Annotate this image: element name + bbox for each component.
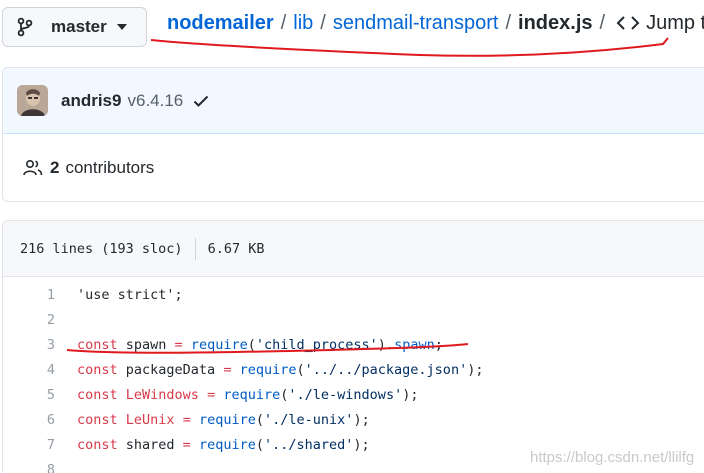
code-line: 5 const LeWindows = require('./le-windows… — [3, 382, 704, 407]
code-token: const — [77, 386, 118, 403]
commit-author-link[interactable]: andris9 — [61, 91, 121, 111]
code-token: const — [77, 336, 118, 353]
code-token: require — [223, 386, 281, 403]
line-number[interactable]: 7 — [3, 437, 55, 453]
code-token: ). — [377, 336, 395, 353]
code-token: require — [198, 436, 256, 453]
watermark-text: https://blog.csdn.net/llilfg — [530, 449, 695, 466]
line-number[interactable]: 3 — [3, 337, 55, 353]
code-line: 2 — [3, 307, 704, 332]
code-token: = — [207, 386, 216, 403]
code-token: shared — [117, 436, 183, 453]
code-token: LeWindows — [125, 386, 199, 403]
code-line: 4 const packageData = require('../../pack… — [3, 357, 704, 382]
breadcrumb-separator: / — [505, 11, 512, 34]
code-line: 6 const LeUnix = require('./le-unix'); — [3, 407, 704, 432]
code-token: spawn — [394, 336, 435, 353]
code-token: require — [190, 336, 248, 353]
branch-select-button[interactable]: master — [2, 7, 147, 47]
code-token: 'child_process' — [255, 336, 378, 353]
code-table: 1'use strict'; 2 3 const spawn = require('c… — [3, 277, 704, 473]
code-token: '../../package.json' — [304, 361, 468, 378]
breadcrumb-separator: / — [320, 11, 326, 34]
chevron-down-icon — [116, 24, 127, 30]
line-code: const shared = require('../shared'); — [55, 437, 370, 453]
file-viewer: 216 lines (193 sloc) 6.67 KB 1 'use stric… — [2, 220, 704, 473]
code-token: ( — [247, 336, 256, 353]
breadcrumb-repo-link[interactable]: nodemailer — [167, 12, 274, 35]
contributors-row[interactable]: 2 contributors — [3, 134, 704, 202]
code-token: const — [77, 411, 118, 428]
code-token: require — [198, 411, 256, 428]
breadcrumb: nodemailer / lib / sendmail-transport / … — [167, 10, 704, 36]
code-token: ); — [353, 411, 370, 428]
people-icon — [23, 158, 45, 178]
code-token: = — [182, 436, 191, 453]
code-token: ); — [467, 361, 484, 378]
branch-name: master — [51, 17, 107, 36]
contributors-label: contributors — [65, 158, 155, 177]
code-token: spawn — [117, 336, 175, 353]
contributors-count: 2 — [50, 158, 60, 177]
breadcrumb-lib-link[interactable]: lib — [293, 12, 313, 35]
code-token: ( — [255, 411, 265, 428]
line-number[interactable]: 5 — [3, 387, 55, 403]
code-icon — [616, 14, 642, 32]
code-token: ); — [402, 386, 419, 403]
author-avatar[interactable] — [17, 85, 48, 116]
line-code: const LeWindows = require('./le-windows'… — [55, 387, 418, 403]
code-line: 3 const spawn = require('child_process').… — [3, 332, 704, 357]
code-token: const — [77, 436, 118, 453]
code-token: const — [77, 361, 118, 378]
breadcrumb-separator: / — [280, 11, 287, 34]
line-number[interactable]: 8 — [3, 462, 55, 473]
line-number[interactable]: 6 — [3, 412, 55, 428]
commit-header: andris9 v6.4.16 — [3, 68, 704, 134]
file-size: 6.67 KB — [207, 240, 265, 257]
line-code: const LeUnix = require('./le-unix'); — [55, 412, 370, 428]
commit-message-link[interactable]: v6.4.16 — [127, 91, 183, 111]
line-number[interactable]: 1 — [3, 287, 55, 303]
code-token: '../shared' — [264, 436, 354, 453]
breadcrumb-sendmail-transport-link[interactable]: sendmail-transport — [333, 12, 499, 35]
code-token: './le-windows' — [288, 386, 403, 403]
code-token: './le-unix' — [264, 411, 354, 428]
file-line-count: 216 lines (193 sloc) — [20, 240, 183, 257]
code-token: = — [174, 336, 183, 353]
code-token: = — [182, 411, 191, 428]
code-token: LeUnix — [125, 411, 175, 428]
line-number[interactable]: 4 — [3, 362, 55, 378]
code-token: require — [239, 361, 297, 378]
code-token: 'use strict'; — [77, 286, 183, 303]
breadcrumb-underline-annotation — [150, 37, 669, 57]
code-line: 1 'use strict'; — [3, 282, 704, 307]
breadcrumb-separator: / — [599, 11, 606, 34]
code-token: ( — [296, 361, 305, 378]
line-number[interactable]: 2 — [3, 312, 55, 328]
jump-to-label: Jump to — [646, 11, 704, 34]
line-code: 'use strict'; — [55, 287, 183, 303]
git-branch-icon — [17, 16, 37, 38]
code-token: ); — [353, 436, 370, 453]
latest-commit-box: andris9 v6.4.16 2 contributors — [2, 67, 704, 202]
breadcrumb-current-file: index.js — [518, 11, 593, 34]
code-token: ; — [434, 336, 443, 353]
code-token: packageData — [117, 361, 224, 378]
code-token: ( — [255, 436, 264, 453]
line-code: const spawn = require('child_process').s… — [55, 337, 443, 353]
divider — [194, 237, 196, 260]
check-icon[interactable] — [193, 92, 211, 110]
jump-to-button[interactable]: Jump to — [616, 12, 704, 35]
file-info-bar: 216 lines (193 sloc) 6.67 KB — [3, 221, 704, 277]
line-code: const packageData = require('../../packa… — [55, 362, 483, 378]
